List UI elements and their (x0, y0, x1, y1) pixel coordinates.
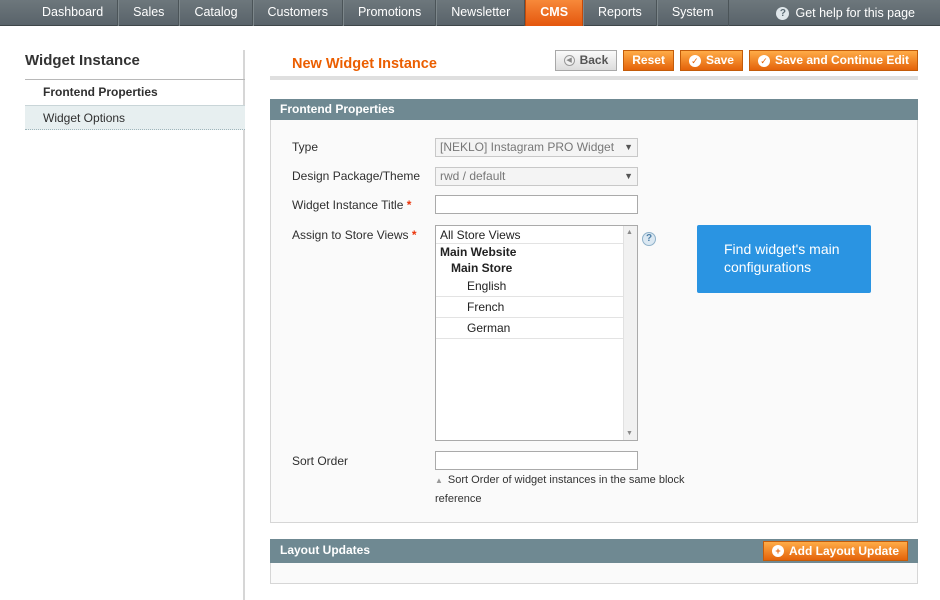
nav-item-system[interactable]: System (656, 0, 729, 26)
nav-item-newsletter[interactable]: Newsletter (436, 0, 526, 26)
scrollbar[interactable]: ▲ ▼ (623, 226, 637, 440)
chevron-down-icon: ▼ (624, 142, 633, 152)
sidebar: Widget Instance Frontend Properties Widg… (25, 50, 245, 600)
save-button-label: Save (705, 53, 734, 67)
sidebar-tab-frontend-properties[interactable]: Frontend Properties (25, 80, 245, 105)
nav-item-catalog[interactable]: Catalog (179, 0, 253, 26)
scroll-up-icon[interactable]: ▲ (626, 229, 633, 236)
page-title: New Widget Instance (292, 56, 437, 72)
required-mark: * (406, 198, 412, 212)
layout-updates-body (270, 563, 918, 584)
sort-order-note: ▲ Sort Order of widget instances in the s… (435, 471, 695, 508)
check-icon: ✓ (688, 54, 701, 67)
sidebar-title: Widget Instance (25, 50, 245, 80)
reset-button-label: Reset (632, 53, 665, 67)
back-button[interactable]: ◀ Back (554, 50, 618, 71)
type-select[interactable]: [NEKLO] Instagram PRO Widget ▼ (435, 138, 638, 157)
store-view-option-all[interactable]: All Store Views (436, 226, 637, 244)
theme-select-value: rwd / default (440, 169, 506, 183)
triangle-up-icon: ▲ (435, 476, 443, 485)
store-views-label: Assign to Store Views * (292, 228, 417, 242)
store-view-group-website: Main Website (440, 245, 517, 259)
help-link-label: Get help for this page (795, 6, 915, 20)
widget-title-input[interactable] (435, 195, 638, 214)
frontend-properties-body: Type [NEKLO] Instagram PRO Widget ▼ Desi… (270, 120, 918, 523)
nav-item-sales[interactable]: Sales (118, 0, 180, 26)
reset-button[interactable]: Reset (623, 50, 674, 71)
store-view-group-store: Main Store (451, 261, 513, 275)
question-circle-icon: ? (776, 6, 790, 20)
save-continue-button[interactable]: ✓ Save and Continue Edit (748, 50, 918, 71)
sort-order-note-text: Sort Order of widget instances in the sa… (435, 474, 685, 505)
theme-label: Design Package/Theme (292, 169, 421, 183)
plus-icon: + (772, 545, 784, 557)
chevron-down-icon: ▼ (624, 171, 633, 181)
header-buttons: ◀ Back Reset ✓ Save ✓ Save and Continue … (554, 50, 918, 71)
store-view-option[interactable]: German (436, 318, 637, 339)
help-link[interactable]: ? Get help for this page (776, 0, 915, 26)
nav-menu: Dashboard Sales Catalog Customers Promot… (28, 0, 729, 26)
content-header: New Widget Instance ◀ Back Reset ✓ Save … (270, 46, 918, 80)
widget-title-label-text: Widget Instance Title (292, 198, 404, 212)
layout-updates-header: Layout Updates + Add Layout Update (270, 539, 918, 563)
required-mark: * (411, 228, 417, 242)
save-button[interactable]: ✓ Save (679, 50, 743, 71)
nav-item-customers[interactable]: Customers (252, 0, 343, 26)
layout-updates-title: Layout Updates (280, 543, 371, 557)
nav-item-cms[interactable]: CMS (525, 0, 584, 26)
store-view-option[interactable]: English (436, 276, 637, 297)
scroll-down-icon[interactable]: ▼ (626, 430, 633, 437)
configuration-tooltip: Find widget's main configurations (697, 225, 871, 293)
store-view-option[interactable]: French (436, 297, 637, 318)
nav-item-dashboard[interactable]: Dashboard (28, 0, 119, 26)
help-tooltip-icon[interactable]: ? (642, 232, 656, 246)
nav-item-promotions[interactable]: Promotions (342, 0, 437, 26)
frontend-properties-header: Frontend Properties (270, 99, 918, 120)
top-navigation: Dashboard Sales Catalog Customers Promot… (0, 0, 940, 26)
store-views-label-text: Assign to Store Views (292, 228, 409, 242)
theme-select[interactable]: rwd / default ▼ (435, 167, 638, 186)
sort-order-label: Sort Order (292, 454, 349, 468)
sidebar-tab-widget-options[interactable]: Widget Options (25, 105, 245, 130)
add-layout-update-label: Add Layout Update (789, 543, 899, 558)
widget-title-label: Widget Instance Title * (292, 198, 411, 212)
arrow-left-icon: ◀ (563, 55, 575, 66)
nav-item-reports[interactable]: Reports (583, 0, 657, 26)
check-icon: ✓ (757, 54, 770, 67)
sort-order-input[interactable] (435, 451, 638, 470)
add-layout-update-button[interactable]: + Add Layout Update (763, 541, 908, 561)
type-label: Type (292, 140, 319, 154)
store-views-multiselect[interactable]: All Store Views Main Website Main Store … (435, 225, 638, 441)
type-select-value: [NEKLO] Instagram PRO Widget (440, 140, 615, 154)
save-continue-button-label: Save and Continue Edit (774, 53, 909, 67)
back-button-label: Back (579, 53, 609, 67)
